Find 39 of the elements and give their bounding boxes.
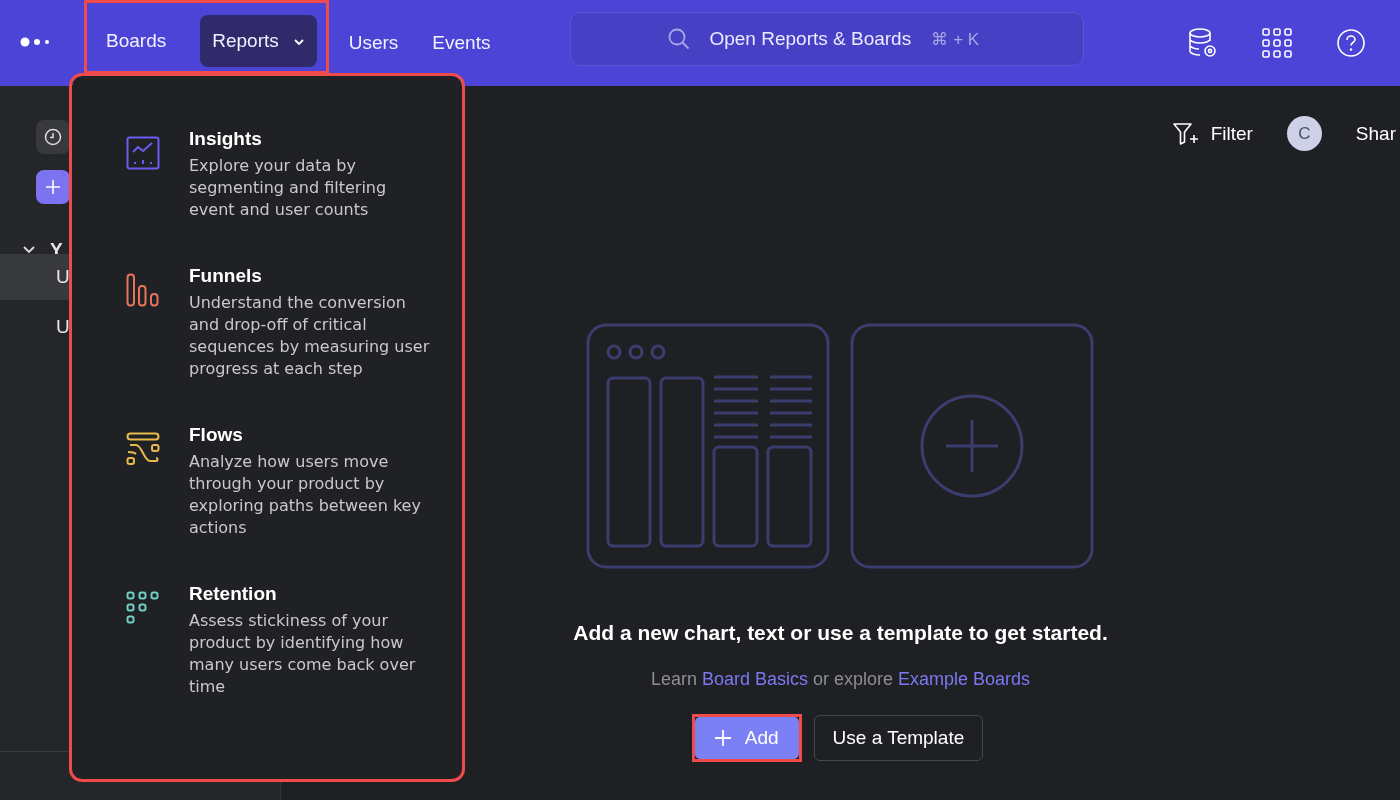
menu-item-description: Understand the conversion and drop-off of critical sequences by measuring user progress at each step <box>189 292 431 380</box>
menu-item-description: Assess stickiness of your product by identifying how many users come back over time <box>189 610 417 698</box>
search-field[interactable]: Open Reports & Boards <box>707 27 922 51</box>
clock-icon <box>44 128 62 146</box>
empty-state-heading: Add a new chart, text or use a template to get started. <box>573 621 1108 645</box>
menu-item-title: Funnels <box>189 265 263 287</box>
template-button[interactable]: Use a Template <box>813 715 984 761</box>
plus-icon <box>45 179 61 195</box>
menu-item[interactable]: Insights Explore your data by segmenting and filtering event and user counts <box>126 128 442 221</box>
help-link[interactable]: Example Boards <box>898 669 1031 689</box>
menu-item-title: Flows <box>189 424 244 446</box>
help-icon[interactable] <box>1336 28 1366 58</box>
hint-text: or explore <box>812 669 895 689</box>
menu-item-title: Insights <box>189 128 263 150</box>
menu-item[interactable]: Funnels Understand the conversion and drop-off of critical sequences by measuring user progress at each step <box>126 265 442 380</box>
filter-plus-icon <box>1172 121 1199 146</box>
menu-item[interactable]: Flows Analyze how users move through your product by exploring paths between key actions <box>126 424 442 539</box>
plus-icon <box>714 730 731 746</box>
database-settings-icon[interactable] <box>1188 27 1218 59</box>
share-button[interactable]: Shar <box>1355 122 1396 145</box>
shortcut-hint: ⌘ + K <box>931 28 980 50</box>
search-icon <box>667 27 692 51</box>
nav-tab[interactable]: Boards <box>94 15 179 67</box>
help-link[interactable]: Board Basics <box>701 669 808 689</box>
filter-button[interactable]: Filter <box>1172 121 1253 146</box>
menu-item-description: Analyze how users move through your product by exploring paths between key actions <box>189 451 422 539</box>
new-board-button[interactable] <box>36 170 70 204</box>
user-avatar[interactable]: C <box>1286 116 1322 151</box>
caret-icon <box>292 38 305 46</box>
app-grid-icon[interactable] <box>1262 28 1292 58</box>
recent-button[interactable] <box>36 120 70 154</box>
menu-item[interactable]: Retention Assess stickiness of your product by identifying how many users come back over time <box>126 583 442 698</box>
menu-item-description: Explore your data by segmenting and filtering event and user counts <box>189 155 388 221</box>
nav-tab[interactable]: Events <box>420 17 503 69</box>
nav-tab[interactable]: Users <box>336 17 411 69</box>
chevron-icon[interactable] <box>22 245 36 255</box>
menu-item-title: Retention <box>189 583 278 605</box>
nav-tab[interactable]: Reports <box>200 15 317 67</box>
hint-text: Learn <box>650 669 698 689</box>
